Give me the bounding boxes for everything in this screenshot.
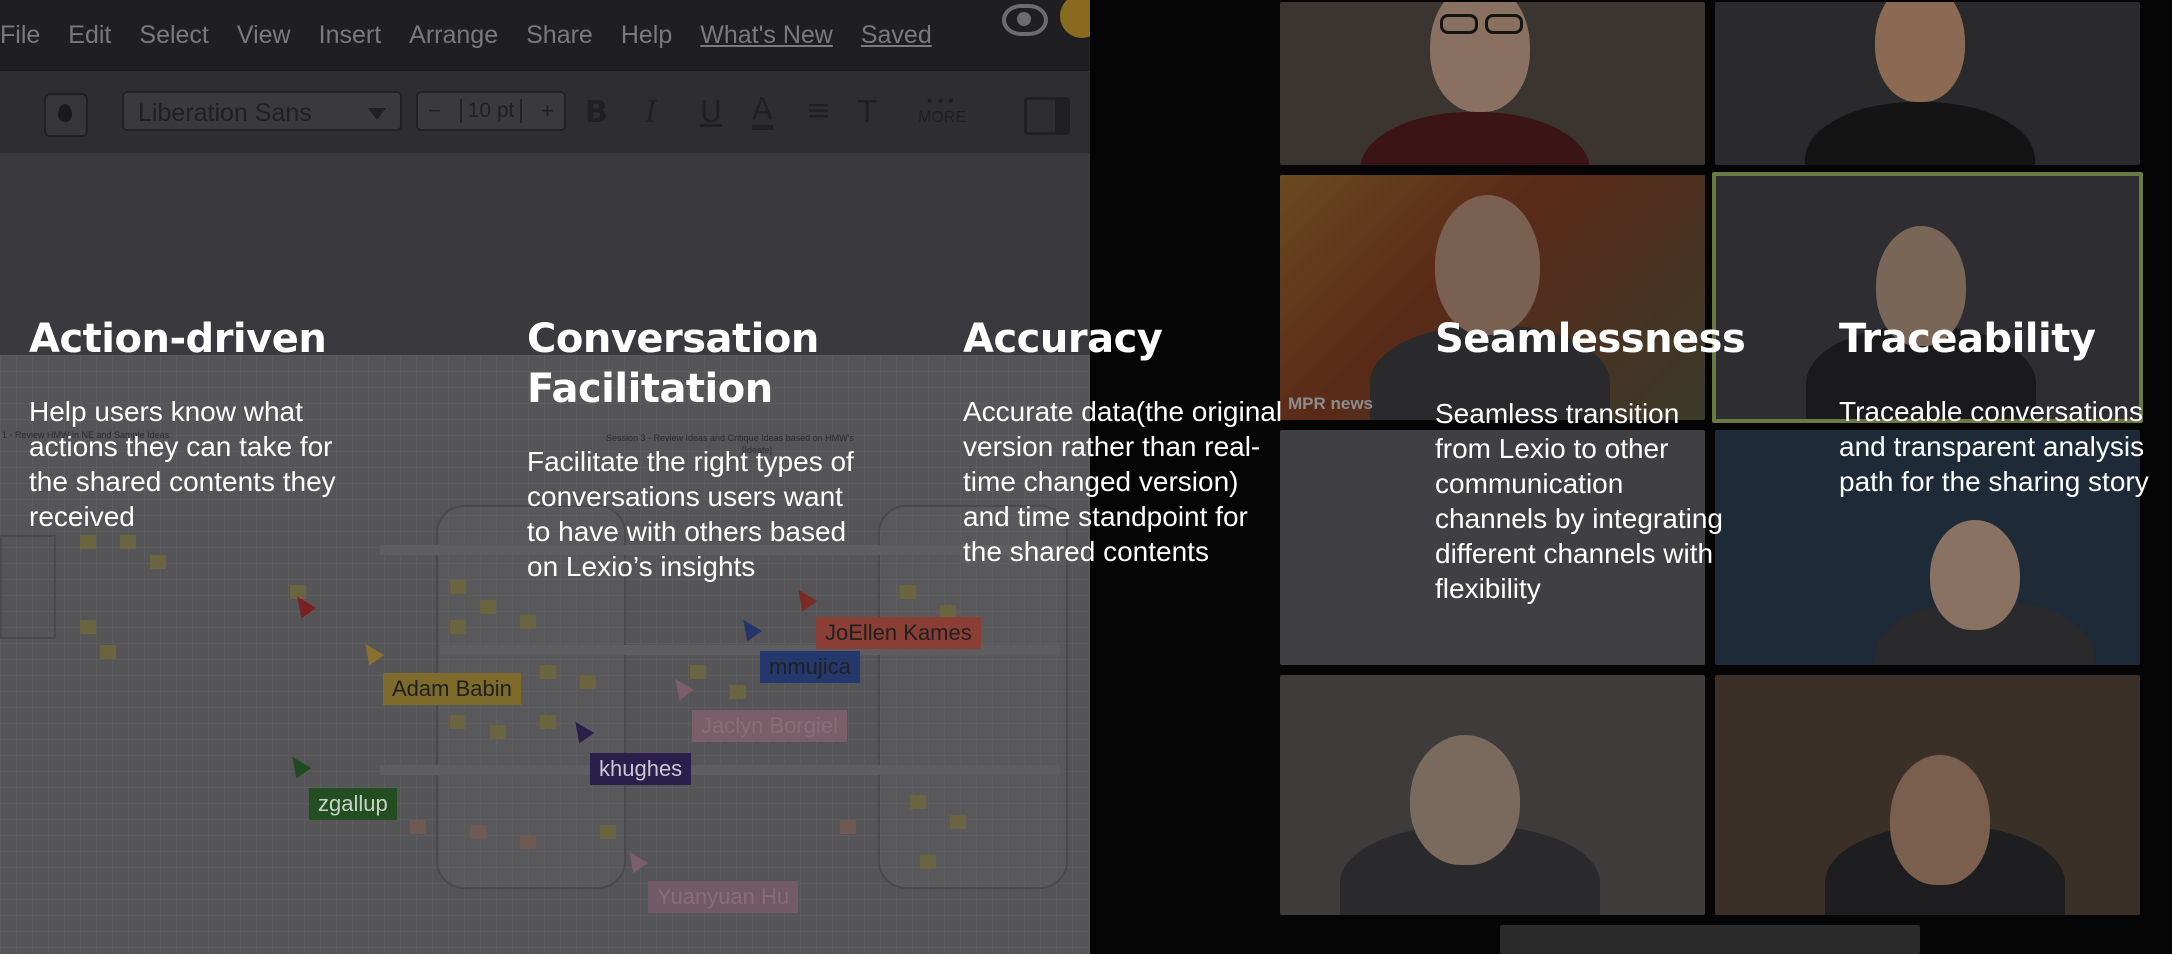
fill-color-icon[interactable] (44, 93, 88, 137)
principle-body: Traceable conversations and transparent … (1839, 396, 2149, 497)
font-size-decrease-button[interactable]: − (418, 98, 451, 124)
collaborator-tag: Yuanyuan Hu (648, 881, 799, 913)
participant-body (1360, 112, 1590, 165)
sticky-note[interactable] (580, 675, 596, 689)
principle-conversation-facilitation: Conversation Facilitation Facilitate the… (527, 314, 857, 584)
eye-icon[interactable] (1002, 4, 1048, 36)
menu-share[interactable]: Share (526, 21, 593, 50)
format-toolbar: Liberation Sans − 10 pt + B I U A ≡ T ··… (0, 70, 1090, 154)
bold-button[interactable]: B (585, 95, 608, 130)
text-options-icon[interactable]: T (858, 95, 876, 130)
menu-file[interactable]: File (0, 21, 40, 50)
panel-toggle-icon[interactable] (1024, 97, 1070, 135)
collaborator-cursor-icon (790, 584, 818, 612)
font-size-increase-button[interactable]: + (531, 98, 564, 124)
principle-title: Seamlessness (1435, 316, 1746, 362)
participant-video-tile[interactable] (1500, 925, 1920, 954)
collaborator-cursor-icon (735, 614, 763, 642)
sticky-note[interactable] (540, 665, 556, 679)
sticky-note[interactable] (470, 825, 486, 839)
participant-face (1930, 520, 2020, 630)
principle-seamlessness: Seamlessness Seamless transition from Le… (1435, 314, 1746, 606)
participant-face (1875, 2, 1965, 102)
collaborator-tag: khughes (590, 753, 692, 785)
menu-arrange[interactable]: Arrange (409, 21, 498, 50)
sticky-note[interactable] (80, 535, 96, 549)
menu-select[interactable]: Select (139, 21, 208, 50)
font-size-stepper: − 10 pt + (416, 91, 566, 131)
sticky-note[interactable] (450, 580, 466, 594)
sticky-note[interactable] (690, 665, 706, 679)
saved-status: Saved (860, 20, 932, 49)
video-watermark: MPR news (1288, 394, 1374, 413)
underline-button[interactable]: U (700, 95, 722, 130)
sticky-note[interactable] (910, 795, 926, 809)
collaborator-cursor-icon (284, 751, 312, 779)
menu-help[interactable]: Help (621, 21, 672, 50)
font-color-button[interactable]: A (752, 95, 773, 130)
principle-body: Help users know what actions they can ta… (29, 396, 336, 532)
menu-whats-new[interactable]: What's New (700, 21, 833, 50)
principle-title: Conversation Facilitation (527, 316, 819, 412)
sticky-note[interactable] (520, 835, 536, 849)
sticky-note[interactable] (480, 600, 496, 614)
lane-banner (380, 765, 1060, 775)
avatar[interactable] (1060, 0, 1090, 38)
sticky-note[interactable] (490, 725, 506, 739)
sticky-note[interactable] (450, 620, 466, 634)
collaborator-tag: Adam Babin (383, 673, 521, 705)
collaborator-tag: zgallup (309, 788, 397, 820)
participant-video-tile[interactable] (1280, 675, 1705, 915)
sticky-note[interactable] (920, 855, 936, 869)
principle-title: Accuracy (963, 316, 1163, 362)
italic-button[interactable]: I (645, 95, 657, 130)
participant-video-tile[interactable] (1715, 2, 2140, 165)
participant-video-tile[interactable] (1715, 675, 2140, 915)
glasses-icon (1440, 14, 1478, 34)
sticky-note[interactable] (950, 815, 966, 829)
font-size-input[interactable]: 10 pt (459, 99, 523, 123)
principle-body: Facilitate the right types of conversati… (527, 446, 854, 582)
align-icon[interactable]: ≡ (806, 93, 831, 128)
participant-video-tile[interactable] (1280, 2, 1705, 165)
sticky-note[interactable] (900, 585, 916, 599)
menu-view[interactable]: View (237, 21, 291, 50)
more-button[interactable]: ··· MORE (918, 85, 966, 127)
menu-bar: File Edit Select View Insert Arrange Sha… (0, 0, 1090, 70)
sticky-note[interactable] (80, 620, 96, 634)
participant-face (1890, 755, 1990, 885)
principle-title: Action-driven (29, 316, 327, 362)
sticky-note[interactable] (450, 715, 466, 729)
menu-insert[interactable]: Insert (319, 21, 382, 50)
menu-edit[interactable]: Edit (68, 21, 111, 50)
principle-body: Seamless transition from Lexio to other … (1435, 398, 1723, 604)
more-dots-icon: ··· (926, 85, 958, 115)
sticky-note[interactable] (520, 615, 536, 629)
participant-body (1805, 102, 2035, 165)
sticky-note[interactable] (410, 820, 426, 834)
collaborator-cursor-icon (357, 638, 385, 666)
principle-title: Traceability (1839, 316, 2096, 362)
sticky-note[interactable] (150, 555, 166, 569)
sticky-note[interactable] (600, 825, 616, 839)
font-family-value: Liberation Sans (138, 99, 312, 127)
principle-action-driven: Action-driven Help users know what actio… (29, 314, 359, 534)
font-family-select[interactable]: Liberation Sans (122, 91, 402, 131)
diagram-box (0, 535, 56, 639)
principle-body: Accurate data(the original version rathe… (963, 396, 1283, 567)
collaborator-tag: mmujica (760, 651, 860, 683)
sticky-note[interactable] (840, 820, 856, 834)
sticky-note[interactable] (120, 535, 136, 549)
collaborator-tag: JoEllen Kames (816, 617, 981, 649)
sticky-note[interactable] (100, 645, 116, 659)
glasses-icon (1485, 14, 1523, 34)
collaborator-tag: Jaclyn Borgiel (692, 710, 847, 742)
principle-traceability: Traceability Traceable conversations and… (1839, 314, 2159, 499)
sticky-note[interactable] (540, 715, 556, 729)
more-label: MORE (918, 109, 966, 126)
chevron-down-icon (368, 108, 386, 120)
principle-accuracy: Accuracy Accurate data(the original vers… (963, 314, 1283, 569)
participant-face (1410, 735, 1520, 865)
sticky-note[interactable] (730, 685, 746, 699)
